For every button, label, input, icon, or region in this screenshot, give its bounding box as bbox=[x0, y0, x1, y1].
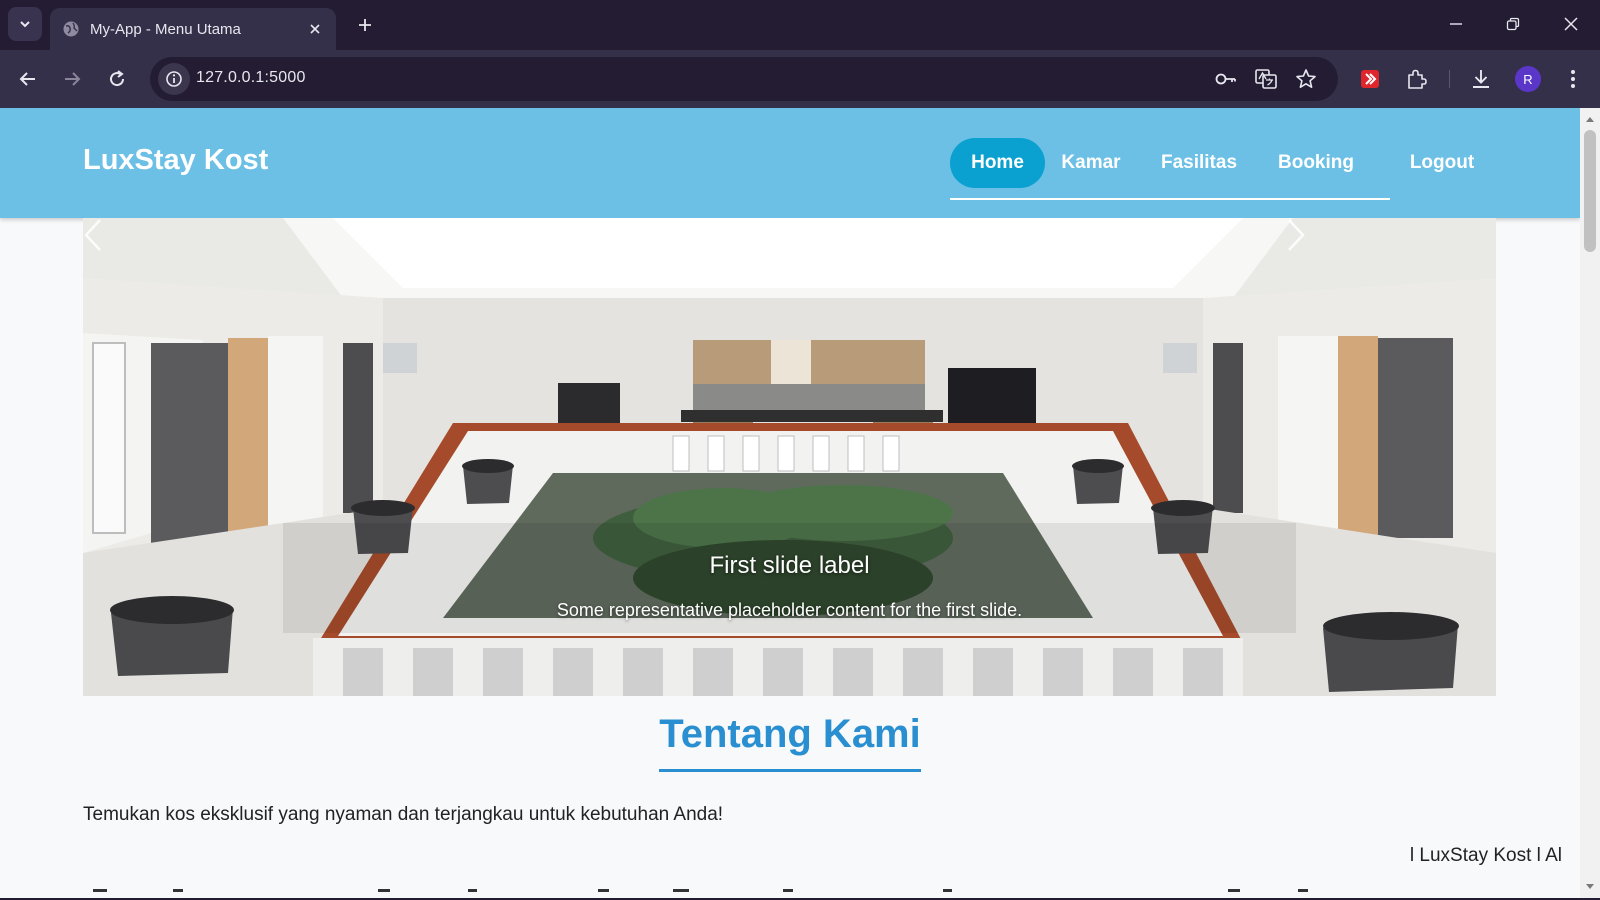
browser-menu-button[interactable] bbox=[1559, 65, 1587, 93]
close-icon bbox=[310, 24, 320, 34]
restore-icon bbox=[1506, 17, 1520, 31]
arrow-left-icon bbox=[19, 72, 35, 86]
cut-off-text-line bbox=[93, 889, 1308, 892]
site-brand[interactable]: LuxStay Kost bbox=[83, 144, 268, 177]
browser-tab-bar: My-App - Menu Utama bbox=[0, 0, 1600, 50]
puzzle-icon bbox=[1408, 69, 1427, 89]
translate-button[interactable] bbox=[1254, 67, 1278, 91]
carousel-caption-title: First slide label bbox=[709, 552, 870, 579]
address-bar[interactable]: 127.0.0.1:5000 bbox=[150, 57, 1338, 101]
about-heading-underline bbox=[659, 769, 921, 772]
scroll-up-button[interactable] bbox=[1580, 112, 1600, 126]
carousel-prev-button[interactable] bbox=[83, 218, 293, 696]
browser-tab[interactable]: My-App - Menu Utama bbox=[50, 8, 336, 50]
nav-booking[interactable]: Booking bbox=[1268, 138, 1364, 188]
downloads-button[interactable] bbox=[1467, 65, 1495, 93]
nav-logout[interactable]: Logout bbox=[1401, 138, 1483, 188]
chevron-down-icon bbox=[20, 21, 30, 28]
url-text[interactable]: 127.0.0.1:5000 bbox=[196, 69, 306, 87]
tab-close-button[interactable] bbox=[304, 18, 326, 40]
browser-toolbar: 127.0.0.1:5000 R bbox=[0, 50, 1600, 108]
minimize-button[interactable] bbox=[1434, 8, 1478, 40]
page-scrollbar[interactable] bbox=[1580, 108, 1600, 898]
new-tab-button[interactable] bbox=[352, 12, 378, 38]
scrollbar-thumb[interactable] bbox=[1584, 130, 1596, 252]
globe-icon bbox=[63, 21, 79, 37]
scroll-down-button[interactable] bbox=[1580, 880, 1600, 894]
page-viewport: LuxStay Kost Home Kamar Fasilitas Bookin… bbox=[0, 108, 1580, 898]
window-close-button[interactable] bbox=[1549, 8, 1593, 40]
star-icon bbox=[1296, 69, 1316, 88]
chevron-left-icon bbox=[84, 219, 101, 251]
nav-fasilitas[interactable]: Fasilitas bbox=[1149, 138, 1249, 188]
site-info-button[interactable] bbox=[158, 63, 190, 95]
forward-button[interactable] bbox=[58, 65, 86, 93]
translate-icon bbox=[1255, 69, 1277, 89]
reload-button[interactable] bbox=[103, 65, 131, 93]
plus-icon bbox=[359, 19, 371, 31]
arrow-right-icon bbox=[65, 72, 81, 86]
triangle-up-icon bbox=[1586, 117, 1594, 122]
triangle-down-icon bbox=[1586, 884, 1594, 889]
about-heading: Tentang Kami bbox=[659, 712, 921, 756]
kebab-menu-icon bbox=[1571, 70, 1575, 88]
restore-button[interactable] bbox=[1491, 8, 1535, 40]
toolbar-separator bbox=[1449, 70, 1450, 88]
carousel-next-button[interactable] bbox=[1286, 218, 1496, 696]
marquee-text: l LuxStay Kost l Al bbox=[1409, 845, 1562, 866]
nav-links: Home Kamar Fasilitas Booking Logout bbox=[950, 138, 1474, 200]
red-extension-button[interactable] bbox=[1356, 65, 1384, 93]
site-navbar: LuxStay Kost Home Kamar Fasilitas Bookin… bbox=[0, 108, 1580, 218]
nav-home[interactable]: Home bbox=[950, 138, 1045, 188]
nav-kamar[interactable]: Kamar bbox=[1053, 138, 1129, 188]
hero-carousel: First slide label Some representative pl… bbox=[83, 218, 1496, 696]
reload-icon bbox=[110, 70, 125, 87]
tab-list-button[interactable] bbox=[8, 7, 42, 41]
extensions-button[interactable] bbox=[1402, 65, 1430, 93]
info-icon bbox=[166, 71, 182, 87]
download-icon bbox=[1473, 70, 1489, 88]
tab-title: My-App - Menu Utama bbox=[90, 20, 241, 38]
close-icon bbox=[1564, 17, 1578, 31]
key-icon bbox=[1215, 73, 1236, 85]
about-intro-text: Temukan kos eksklusif yang nyaman dan te… bbox=[83, 804, 724, 825]
bookmark-button[interactable] bbox=[1294, 67, 1318, 91]
chevron-right-icon bbox=[1288, 219, 1305, 251]
back-button[interactable] bbox=[14, 65, 42, 93]
carousel-slide-image bbox=[83, 218, 1496, 696]
profile-avatar[interactable]: R bbox=[1515, 66, 1541, 92]
password-button[interactable] bbox=[1214, 67, 1238, 91]
carousel-caption-text: Some representative placeholder content … bbox=[556, 600, 1023, 620]
minimize-icon bbox=[1450, 23, 1462, 25]
red-extension-icon bbox=[1361, 70, 1379, 88]
